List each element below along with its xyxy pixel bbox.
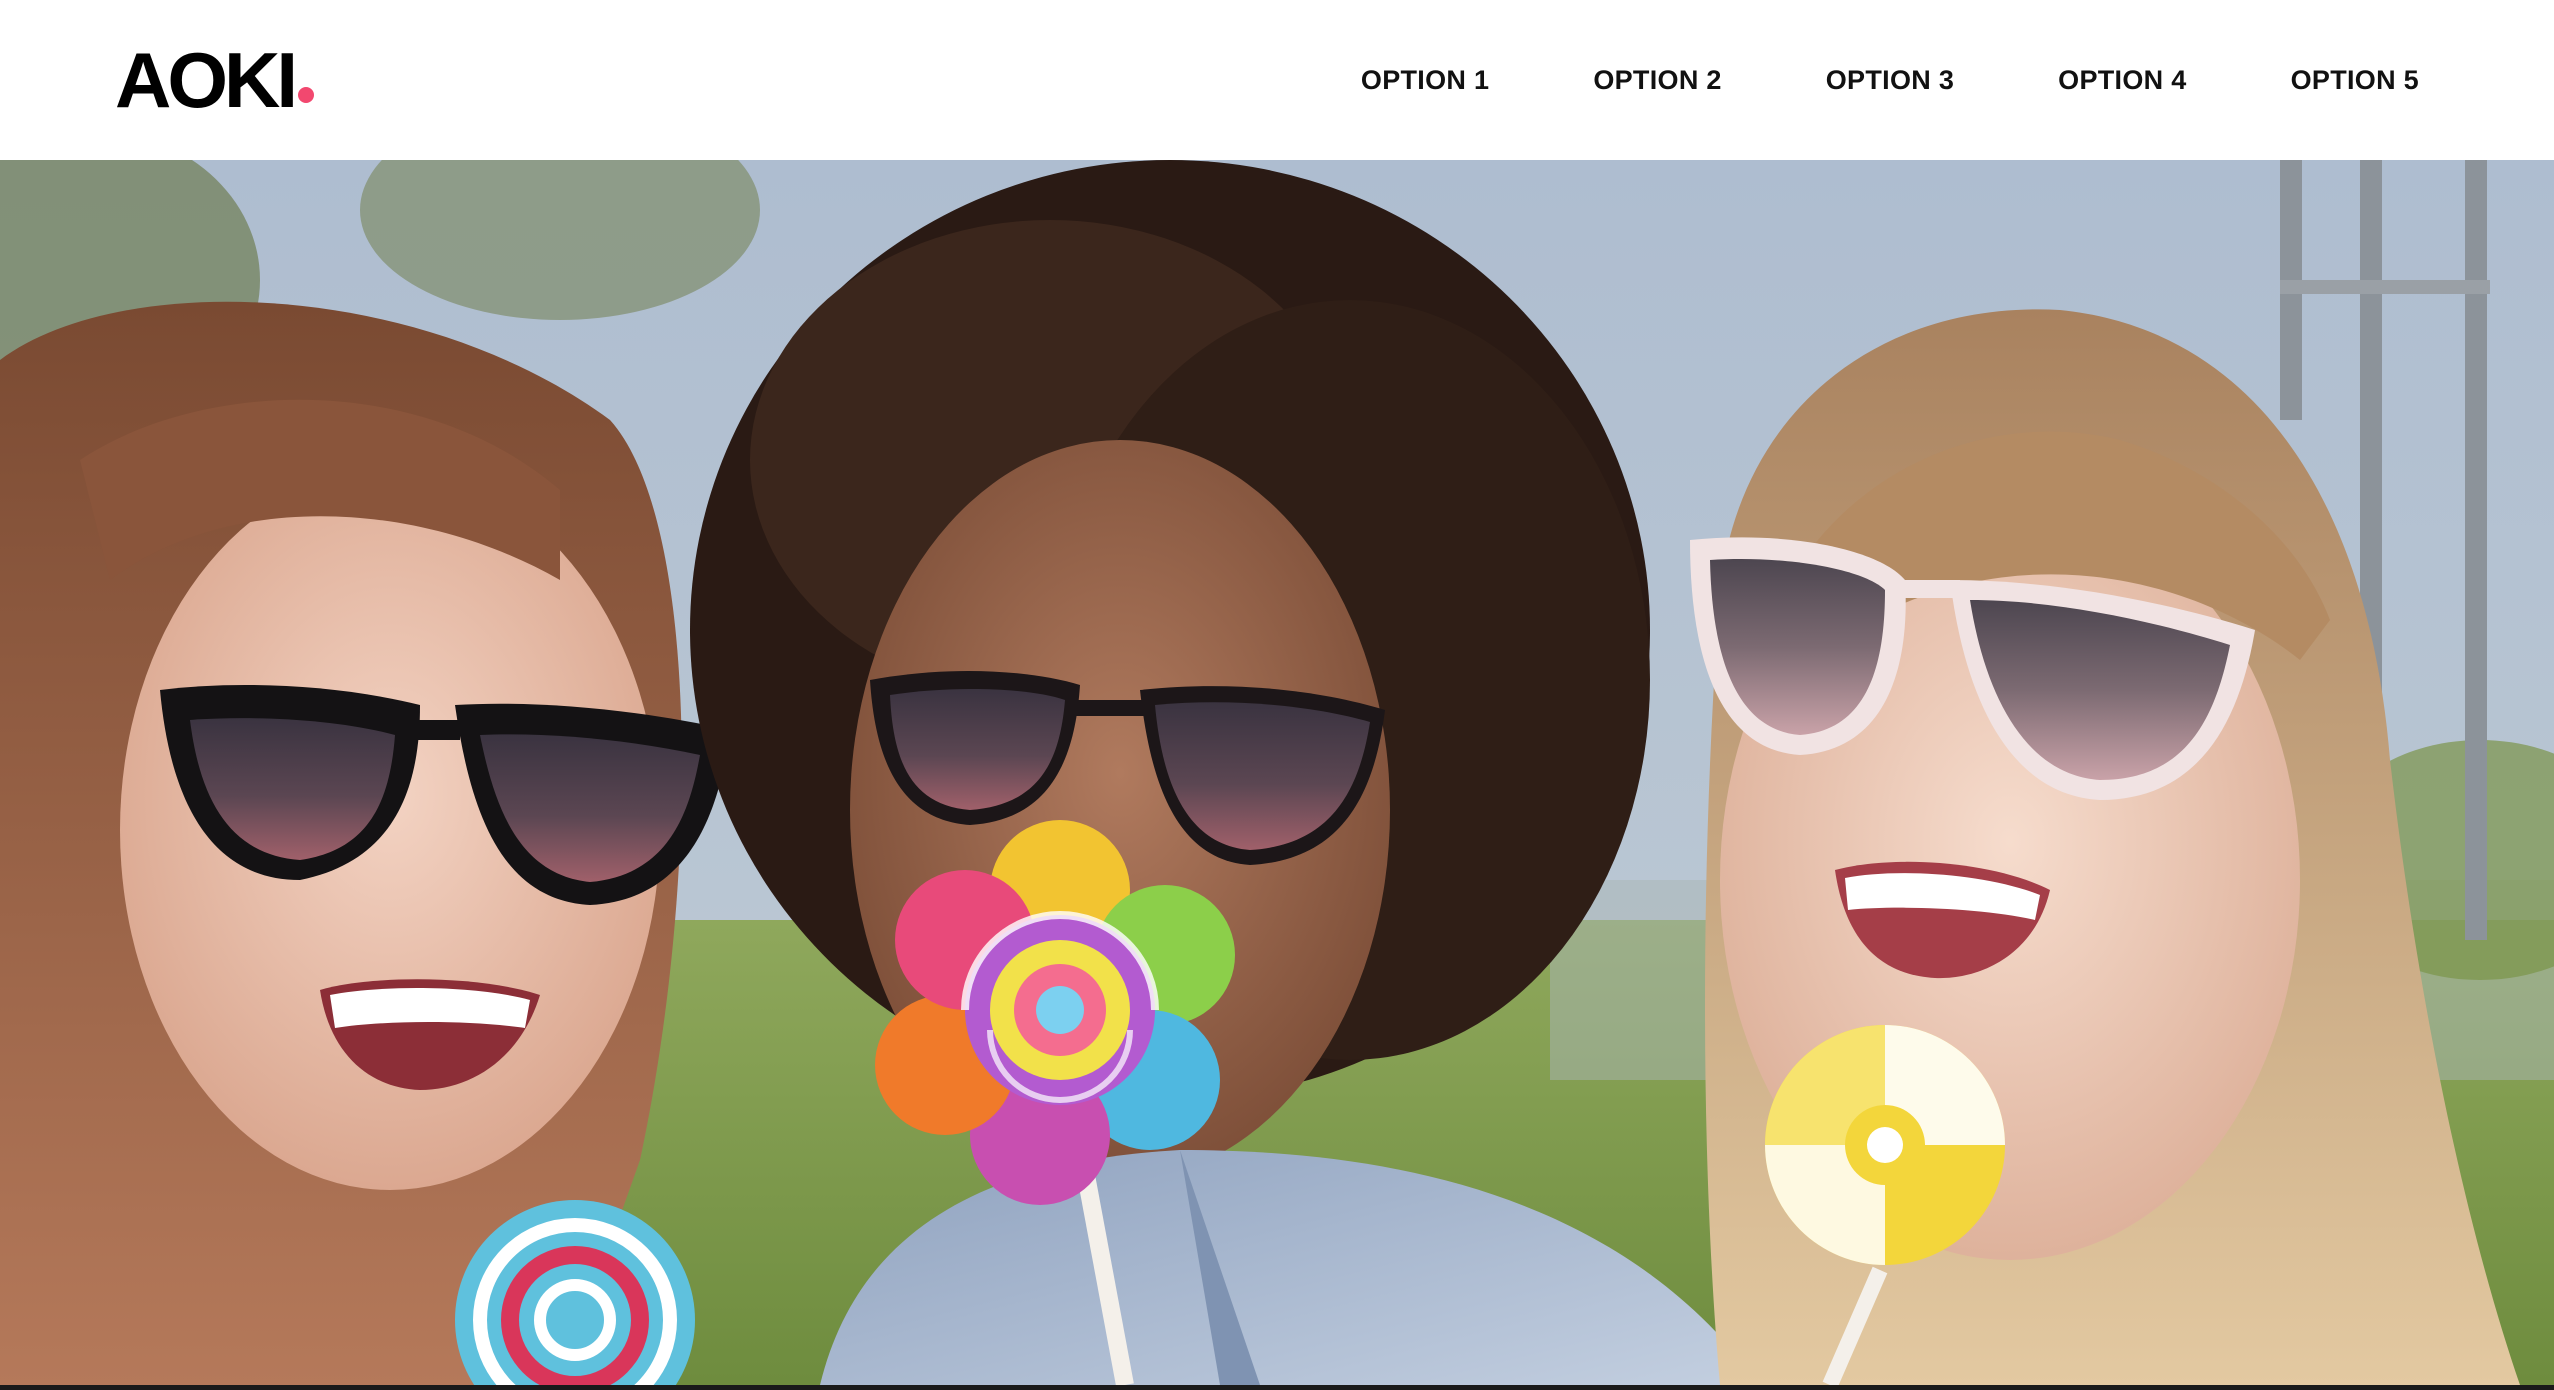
nav-option-3[interactable]: OPTION 3 xyxy=(1826,65,1954,96)
hero-illustration xyxy=(0,160,2554,1385)
site-header: AOKI OPTION 1 OPTION 2 OPTION 3 OPTION 4… xyxy=(0,0,2554,160)
nav-option-4[interactable]: OPTION 4 xyxy=(2058,65,2186,96)
brand-name: AOKI xyxy=(115,36,298,124)
nav-option-5[interactable]: OPTION 5 xyxy=(2291,65,2419,96)
nav-option-1[interactable]: OPTION 1 xyxy=(1361,65,1489,96)
hero-image xyxy=(0,160,2554,1385)
landing-page: AOKI OPTION 1 OPTION 2 OPTION 3 OPTION 4… xyxy=(0,0,2554,1390)
hero-bottom-border xyxy=(0,1385,2554,1390)
brand-logo[interactable]: AOKI xyxy=(115,40,314,120)
main-nav: OPTION 1 OPTION 2 OPTION 3 OPTION 4 OPTI… xyxy=(1361,0,2419,160)
nav-option-2[interactable]: OPTION 2 xyxy=(1593,65,1721,96)
brand-dot-icon xyxy=(298,87,314,103)
